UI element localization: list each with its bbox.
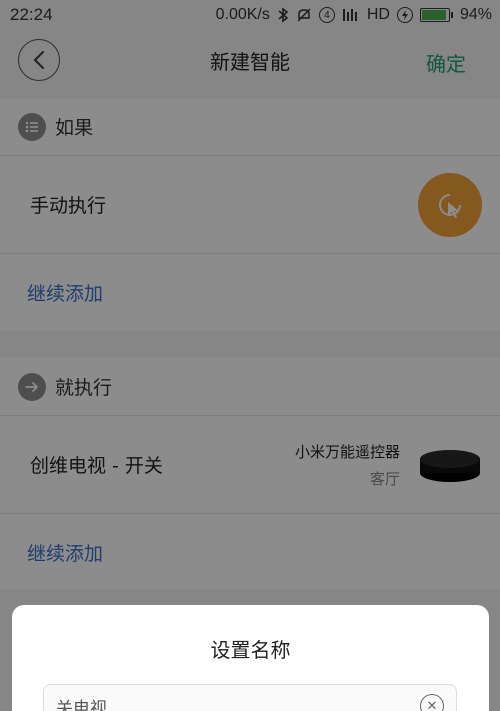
set-name-dialog: 设置名称 ✕ [12, 605, 489, 711]
dialog-title: 设置名称 [210, 638, 291, 662]
name-input[interactable] [56, 696, 420, 711]
name-input-container: ✕ [43, 684, 457, 711]
clear-input-icon[interactable]: ✕ [420, 694, 444, 711]
